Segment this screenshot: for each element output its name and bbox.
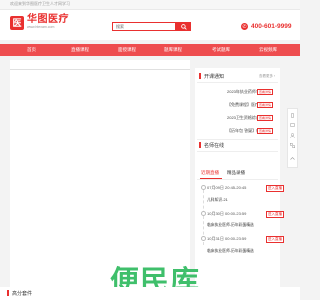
user-icon [290,133,295,138]
notice-item[interactable]: 【历年包 答疑】新... [227,128,259,134]
logo-mark: 医 [10,15,24,30]
floating-phone-button[interactable] [288,111,297,120]
top-bar: 欢迎来到华图医疗卫生人才网学习 [0,0,300,10]
search-button[interactable] [176,22,191,31]
live-title[interactable]: 临床执业医师-历年彩蛋精选 [207,223,254,228]
nav-item-classroom-courses[interactable]: 面授课程 [118,44,136,56]
phone-icon [291,113,294,118]
phone-number: 400-601-9999 [251,23,292,30]
main-divider [10,69,190,70]
notice-item[interactable]: 2023年执业药师考试... [227,89,259,95]
notice-item[interactable]: 【免费课程】医疗卫... [227,102,259,108]
floating-wechat-button[interactable] [288,141,297,150]
site-logo[interactable]: 医 华图医疗 www.htexam.com [10,15,69,30]
notice-detail-button[interactable]: 查看详情 [257,128,274,134]
live-title[interactable]: 儿科知识-21 [207,198,228,203]
bottom-section: 高分套件 [0,287,300,300]
nav-item-live-courses[interactable]: 直播课程 [71,44,89,56]
section-marker [7,290,9,296]
notice-detail-button[interactable]: 查看详情 [257,102,274,108]
divider [197,82,278,83]
section-marker [199,73,201,79]
tab-recorded[interactable]: 精品录播 [227,170,245,176]
header: 医 华图医疗 www.htexam.com 搜索 ✆ 400-601-9999 [0,10,300,40]
timeline-dot [201,211,206,216]
notice-item[interactable]: 2023卫生资格综合笔... [227,115,259,121]
notice-title: 开课通知 [204,74,225,80]
notice-detail-button[interactable]: 查看详情 [257,115,274,121]
enter-live-button[interactable]: 进入直播 [266,211,284,218]
main-nav: 首页 直播课程 面授课程 题库课程 考试题库 云视频库 [0,44,300,56]
floating-chat-button[interactable] [288,121,297,130]
enter-live-button[interactable]: 进入直播 [266,185,284,192]
timeline-dot [201,185,206,190]
notice-more-link[interactable]: 查看更多 › [259,74,275,79]
tab-recent-live[interactable]: 近期直播 [201,170,219,176]
floating-qq-button[interactable] [288,131,297,140]
notice-detail-button[interactable]: 查看详情 [257,89,274,95]
live-time: 10月31日 00:00-23:59 [207,236,247,241]
nav-item-exam-bank[interactable]: 考试题库 [212,44,230,56]
timeline-dot [201,236,206,241]
bottom-section-title: 高分套件 [12,291,33,297]
live-time: 07月09日 20:45-20:45 [207,185,247,190]
chat-icon [290,123,295,127]
nav-item-home[interactable]: 首页 [27,44,36,56]
logo-name: 华图医疗 [27,14,69,25]
teachers-title: 名师在线 [204,143,225,149]
live-title[interactable]: 临床执业医师-历年彩蛋精选 [207,249,254,254]
arrow-up-icon [290,157,295,160]
floating-toolbar [287,108,298,168]
qr-code-icon [290,143,295,148]
live-time: 10月30日 00:00-23:59 [207,211,247,216]
divider [197,179,278,180]
hotline: ✆ 400-601-9999 [241,23,291,30]
phone-icon: ✆ [241,23,248,30]
enter-live-button[interactable]: 进入直播 [266,236,284,243]
nav-item-video-library[interactable]: 云视频库 [259,44,277,56]
divider [197,151,278,152]
logo-url: www.htexam.com [27,25,55,29]
divider [197,139,278,140]
search-icon [180,23,187,30]
section-marker [199,142,201,148]
welcome-text: 欢迎来到华图医疗卫生人才网学习 [10,1,70,6]
nav-item-question-courses[interactable]: 题库课程 [164,44,182,56]
back-to-top-button[interactable] [288,154,297,163]
search-input[interactable]: 搜索 [112,22,176,31]
